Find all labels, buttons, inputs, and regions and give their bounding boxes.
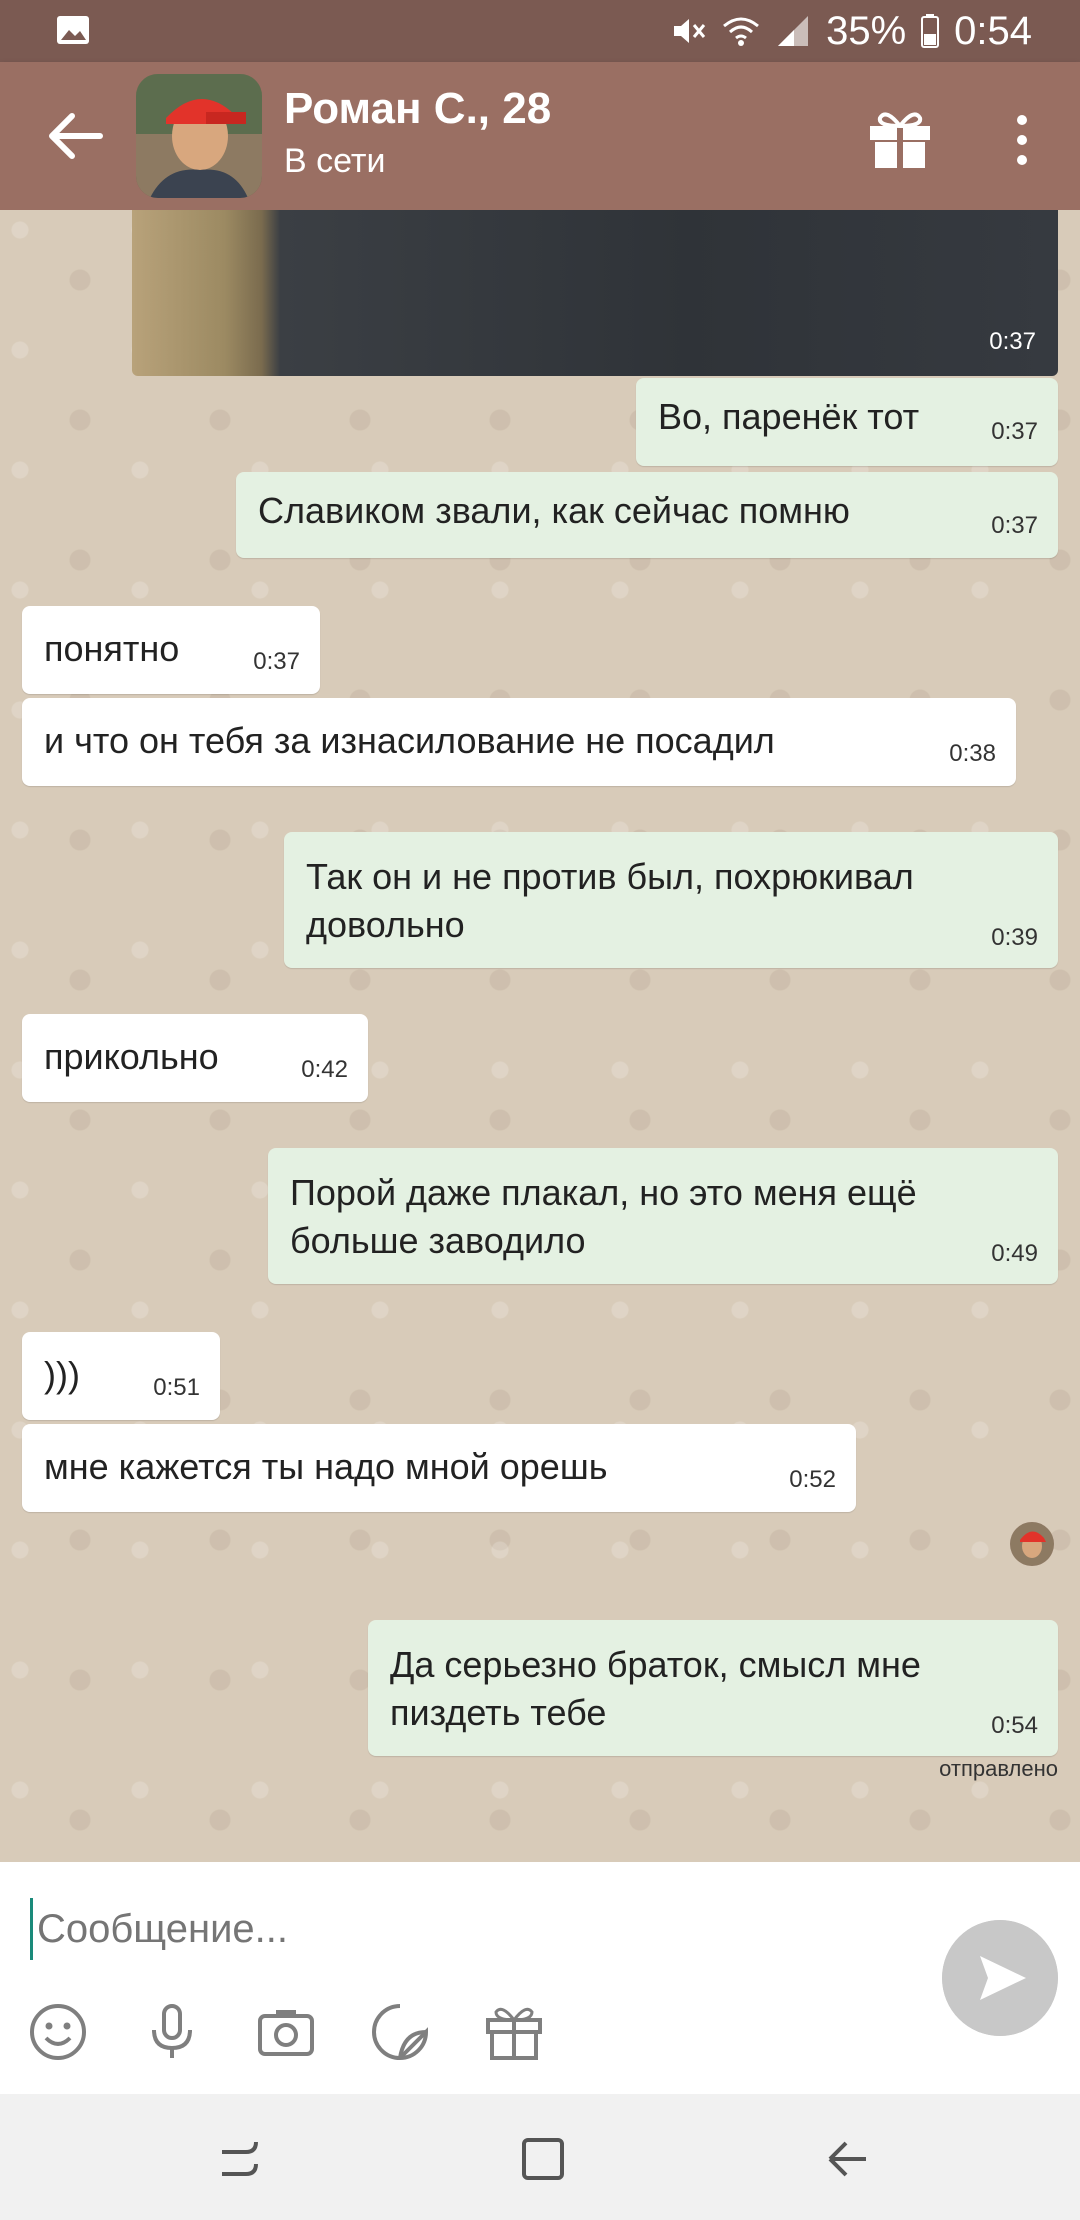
message-time: 0:37: [253, 648, 300, 675]
chat-area[interactable]: 0:37 Во, паренёк тот 0:37 Славиком звали…: [0, 210, 1080, 1862]
message-text: мне кажется ты надо мной орешь: [44, 1446, 608, 1487]
message-bubble-incoming[interactable]: мне кажется ты надо мной орешь 0:52: [22, 1424, 856, 1512]
message-time: 0:42: [301, 1056, 348, 1083]
message-bubble-outgoing[interactable]: Славиком звали, как сейчас помню 0:37: [236, 472, 1058, 558]
back-icon[interactable]: [822, 2134, 872, 2184]
send-icon[interactable]: [942, 1920, 1058, 2036]
message-text: понятно: [44, 628, 180, 669]
message-text: Да серьезно браток, смысл мне: [390, 1644, 921, 1685]
message-bubble-incoming[interactable]: ))) 0:51: [22, 1332, 220, 1420]
message-text-line2: довольно: [306, 904, 465, 945]
delivery-status: отправлено: [939, 1756, 1058, 1781]
emoji-icon[interactable]: [28, 2002, 88, 2062]
message-text-line2: больше заводило: [290, 1220, 586, 1261]
home-icon[interactable]: [518, 2134, 568, 2184]
sticker-icon[interactable]: [370, 2002, 430, 2062]
arrow-left-icon[interactable]: [40, 106, 110, 166]
more-vertical-icon[interactable]: [1010, 112, 1034, 168]
message-bubble-outgoing[interactable]: Так он и не против был, похрюкивал довол…: [284, 832, 1058, 968]
signal-icon: [778, 16, 809, 46]
camera-icon[interactable]: [256, 2002, 316, 2062]
message-time: 0:51: [153, 1374, 200, 1401]
contact-name[interactable]: Роман С., 28: [284, 84, 551, 134]
system-navigation-bar: [0, 2094, 1080, 2220]
message-text: Так он и не против был, похрюкивал: [306, 856, 914, 897]
battery-percent: 35%: [826, 8, 907, 53]
image-icon: [57, 16, 89, 44]
wifi-icon: [723, 17, 760, 46]
recent-apps-icon[interactable]: [216, 2134, 266, 2184]
message-text-line2: пиздеть тебе: [390, 1692, 607, 1733]
message-bubble-incoming[interactable]: понятно 0:37: [22, 606, 320, 694]
message-text: Порой даже плакал, но это меня ещё: [290, 1172, 917, 1213]
message-time: 0:37: [991, 512, 1038, 539]
message-bubble-incoming[interactable]: прикольно 0:42: [22, 1014, 368, 1102]
battery-icon: [921, 14, 940, 48]
message-time: 0:39: [991, 924, 1038, 951]
message-text: прикольно: [44, 1036, 219, 1077]
message-text: и что он тебя за изнасилование не посади…: [44, 720, 775, 761]
message-text: Во, паренёк тот: [658, 396, 920, 437]
message-text: Славиком звали, как сейчас помню: [258, 490, 850, 531]
clock: 0:54: [954, 8, 1032, 53]
contact-status: В сети: [284, 142, 386, 180]
message-time: 0:38: [949, 740, 996, 767]
avatar[interactable]: [136, 74, 262, 198]
chat-header: Роман С., 28 В сети: [0, 62, 1080, 210]
message-bubble-incoming[interactable]: и что он тебя за изнасилование не посади…: [22, 698, 1016, 786]
photo-message[interactable]: 0:37: [132, 210, 1058, 376]
message-composer: [0, 1862, 1080, 2094]
microphone-icon[interactable]: [142, 2002, 202, 2062]
message-bubble-outgoing[interactable]: Во, паренёк тот 0:37: [636, 378, 1058, 466]
message-bubble-outgoing[interactable]: Порой даже плакал, но это меня ещё больш…: [268, 1148, 1058, 1284]
message-text: ))): [44, 1354, 80, 1395]
status-bar: 35% 0:54: [0, 0, 1080, 62]
gift-icon[interactable]: [484, 2002, 544, 2062]
message-time: 0:37: [989, 328, 1036, 355]
read-receipt-avatar: [1010, 1522, 1054, 1566]
message-bubble-outgoing[interactable]: Да серьезно браток, смысл мне пиздеть те…: [368, 1620, 1058, 1756]
mute-icon: [674, 19, 706, 43]
message-input[interactable]: [30, 1898, 919, 1960]
message-time: 0:37: [991, 418, 1038, 445]
message-time: 0:49: [991, 1240, 1038, 1267]
message-time: 0:54: [991, 1712, 1038, 1739]
gift-icon[interactable]: [866, 108, 934, 170]
message-time: 0:52: [789, 1466, 836, 1493]
